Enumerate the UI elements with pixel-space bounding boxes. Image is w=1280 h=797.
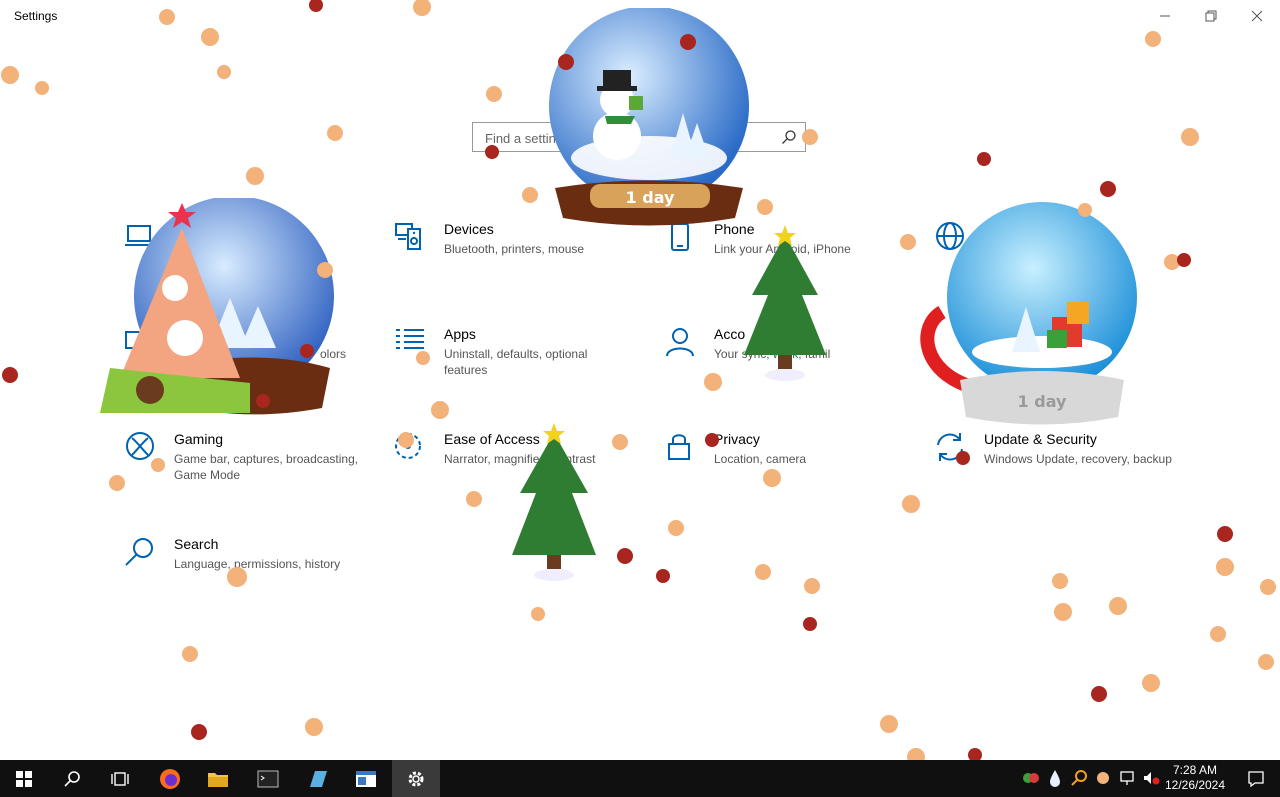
- windows-start-icon: [16, 770, 32, 787]
- clock-time: 7:28 AM: [1172, 763, 1218, 777]
- taskbar-clock[interactable]: 7:28 AM 12/26/2024: [1160, 763, 1230, 793]
- network-icon[interactable]: [1118, 769, 1136, 787]
- magnifier-tray-icon[interactable]: [1070, 769, 1088, 787]
- taskbar-app-window[interactable]: [342, 760, 390, 797]
- terminal-icon: [257, 770, 279, 787]
- task-view-button[interactable]: [96, 760, 144, 797]
- search-icon: [64, 770, 80, 787]
- app-window-icon: [356, 770, 376, 787]
- notepad-icon: [310, 770, 327, 787]
- taskbar-terminal[interactable]: [244, 760, 292, 797]
- taskbar: 7:28 AM 12/26/2024: [0, 760, 1280, 797]
- taskbar-file-explorer[interactable]: [194, 760, 242, 797]
- snowflake-tray-icon[interactable]: [1094, 769, 1112, 787]
- start-button[interactable]: [0, 760, 48, 797]
- clock-date: 12/26/2024: [1164, 778, 1226, 792]
- settings-gear-icon: [408, 771, 424, 786]
- task-view-icon: [111, 771, 129, 786]
- water-drop-icon[interactable]: [1046, 769, 1064, 787]
- snowflakes: [1, 0, 1276, 760]
- notification-icon: [1248, 770, 1264, 787]
- taskbar-notepad[interactable]: [294, 760, 342, 797]
- notification-center-button[interactable]: [1232, 760, 1280, 797]
- taskbar-firefox[interactable]: [146, 760, 194, 797]
- tray-app-icon[interactable]: [1022, 769, 1040, 787]
- volume-muted-icon[interactable]: [1142, 769, 1160, 787]
- firefox-icon: [160, 768, 180, 789]
- taskbar-settings[interactable]: [392, 760, 440, 797]
- taskbar-search-button[interactable]: [48, 760, 96, 797]
- file-explorer-icon: [208, 772, 228, 787]
